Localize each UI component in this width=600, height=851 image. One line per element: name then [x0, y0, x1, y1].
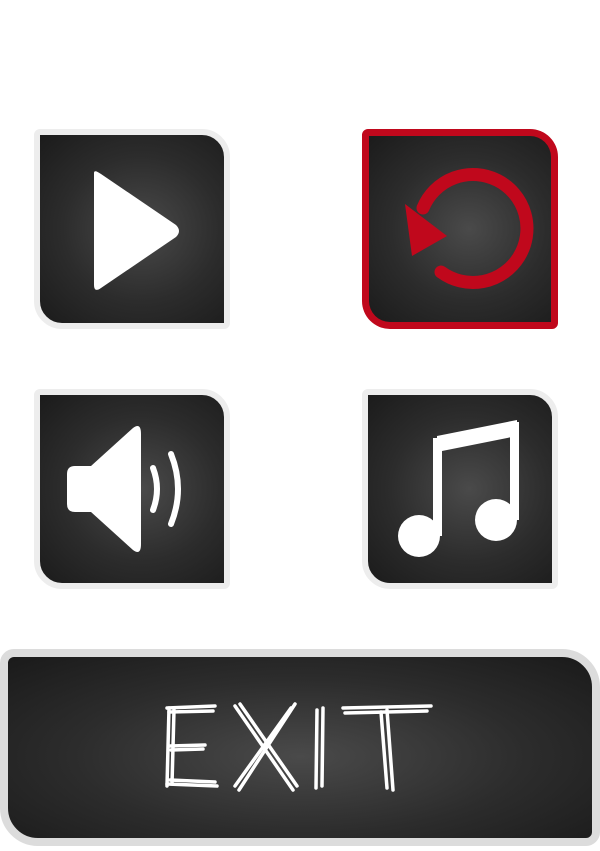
sound-button[interactable]: [34, 389, 230, 589]
restart-button[interactable]: [362, 129, 558, 329]
exit-label: EXIT: [8, 657, 9, 658]
play-icon: [94, 171, 179, 290]
exit-sketch-lettering: [165, 701, 433, 792]
speaker-icon: [67, 426, 181, 552]
play-button[interactable]: [34, 129, 230, 329]
exit-button[interactable]: EXIT: [0, 649, 600, 846]
music-note-icon: [398, 420, 519, 557]
music-button[interactable]: [362, 389, 558, 589]
restart-icon: [405, 168, 534, 289]
